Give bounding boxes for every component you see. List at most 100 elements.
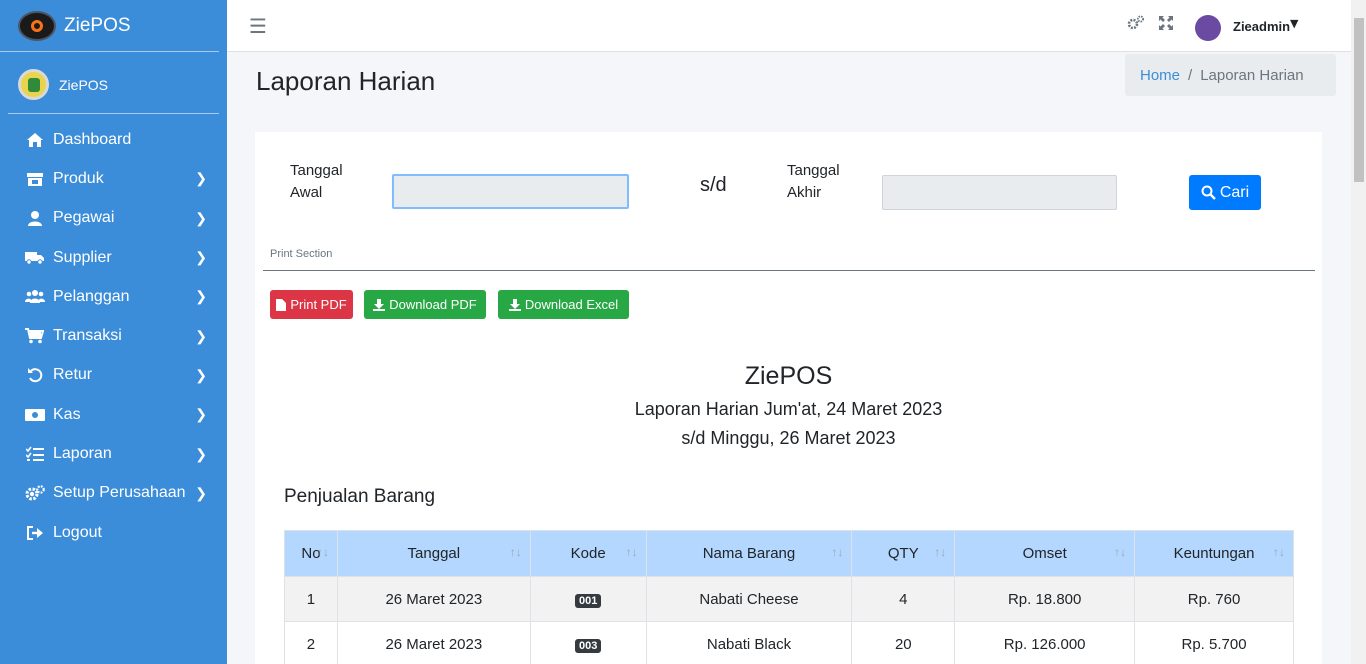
download-pdf-label: Download PDF bbox=[389, 297, 477, 312]
column-header-nama-barang[interactable]: Nama Barang ↑↓ bbox=[645, 530, 853, 577]
column-header-kode[interactable]: Kode ↑↓ bbox=[529, 530, 647, 577]
sidebar-item-setup-perusahaan[interactable]: Setup Perusahaan ❯ bbox=[0, 474, 227, 513]
column-header-omset[interactable]: Omset ↑↓ bbox=[954, 530, 1136, 577]
cell-nama: Nabati Cheese bbox=[645, 576, 853, 622]
brand-logo-icon bbox=[18, 10, 56, 41]
end-date-label-line2: Akhir bbox=[787, 184, 822, 201]
sidebar-item-retur[interactable]: Retur ❯ bbox=[0, 356, 227, 395]
home-icon bbox=[24, 131, 45, 149]
page-title: Laporan Harian bbox=[256, 66, 436, 96]
search-button[interactable]: Cari bbox=[1189, 175, 1261, 210]
sidebar-item-dashboard[interactable]: Dashboard bbox=[0, 120, 227, 159]
user-panel[interactable]: ZiePOS bbox=[8, 56, 219, 114]
undo-icon bbox=[24, 366, 45, 384]
sidebar-nav: Dashboard Produk ❯ Pegawai ❯ Supplier ❯ bbox=[0, 120, 227, 552]
sidebar-item-label: Laporan bbox=[53, 445, 112, 463]
cell-omset: Rp. 18.800 bbox=[954, 576, 1136, 622]
breadcrumb: Home / Laporan Harian bbox=[1125, 54, 1336, 96]
sort-icon: ↑↓ bbox=[316, 545, 329, 559]
end-date-label-line1: Tanggal bbox=[787, 162, 840, 179]
cell-keuntungan: Rp. 760 bbox=[1134, 576, 1294, 622]
download-pdf-button[interactable]: Download PDF bbox=[364, 290, 486, 319]
sidebar-item-label: Pegawai bbox=[53, 209, 115, 227]
report-company-title: ZiePOS bbox=[744, 362, 833, 390]
report-subtitle: Laporan Harian Jum'at, 24 Maret 2023 bbox=[634, 399, 943, 419]
column-header-tanggal[interactable]: Tanggal ↑↓ bbox=[336, 530, 531, 577]
cogs-icon bbox=[24, 484, 45, 502]
sidebar-item-label: Pelanggan bbox=[53, 287, 130, 305]
download-excel-label: Download Excel bbox=[524, 297, 619, 312]
top-navbar: ☰ Zieadmin ▼ bbox=[227, 0, 1351, 52]
avatar[interactable] bbox=[1195, 15, 1221, 41]
page-scrollbar[interactable] bbox=[1351, 0, 1366, 664]
column-header-qty[interactable]: QTY ↑↓ bbox=[851, 530, 956, 577]
chevron-right-icon: ❯ bbox=[195, 484, 207, 501]
settings-cogs-icon[interactable] bbox=[1127, 15, 1145, 34]
sidebar-item-laporan[interactable]: Laporan ❯ bbox=[0, 434, 227, 473]
sidebar-item-produk[interactable]: Produk ❯ bbox=[0, 159, 227, 198]
column-header-keuntungan[interactable]: Keuntungan ↑↓ bbox=[1134, 530, 1294, 577]
table-row: 1 26 Maret 2023 001 Nabati Cheese 4 Rp. … bbox=[284, 576, 1294, 622]
sort-icon: ↑↓ bbox=[831, 545, 844, 559]
chevron-right-icon: ❯ bbox=[195, 288, 207, 305]
end-date-input[interactable] bbox=[882, 175, 1117, 210]
print-section-label: Print Section bbox=[270, 248, 333, 260]
cell-no: 1 bbox=[284, 576, 338, 622]
cell-qty: 4 bbox=[851, 576, 956, 622]
cell-kode: 003 bbox=[529, 621, 647, 664]
list-check-icon bbox=[24, 445, 45, 463]
chevron-right-icon: ❯ bbox=[195, 209, 207, 226]
start-date-input[interactable] bbox=[392, 174, 629, 209]
sidebar-item-label: Retur bbox=[53, 366, 93, 384]
breadcrumb-home-link[interactable]: Home bbox=[1140, 67, 1180, 84]
search-button-label: Cari bbox=[1219, 183, 1250, 201]
sidebar-item-pegawai[interactable]: Pegawai ❯ bbox=[0, 199, 227, 238]
cell-no: 2 bbox=[284, 621, 338, 664]
chevron-right-icon: ❯ bbox=[195, 366, 207, 383]
section-title: Penjualan Barang bbox=[284, 486, 436, 507]
sidebar: ZiePOS ZiePOS Dashboard Produk ❯ Pegawai… bbox=[0, 0, 227, 664]
download-excel-button[interactable]: Download Excel bbox=[498, 290, 629, 319]
chevron-right-icon: ❯ bbox=[195, 445, 207, 462]
sales-table: No ↑↓ Tanggal ↑↓ Kode ↑↓ Nama Barang ↑↓ QTY ↑… bbox=[284, 530, 1294, 664]
sidebar-item-kas[interactable]: Kas ❯ bbox=[0, 395, 227, 434]
breadcrumb-separator: / bbox=[1188, 66, 1193, 84]
chevron-right-icon: ❯ bbox=[195, 406, 207, 423]
truck-icon bbox=[24, 249, 45, 267]
brand-link[interactable]: ZiePOS bbox=[0, 0, 219, 52]
file-pdf-icon bbox=[276, 298, 287, 311]
cell-tanggal: 26 Maret 2023 bbox=[336, 576, 531, 622]
cell-tanggal: 26 Maret 2023 bbox=[336, 621, 531, 664]
sort-icon: ↑↓ bbox=[509, 545, 522, 559]
scrollbar-thumb[interactable] bbox=[1354, 18, 1364, 182]
column-header-no[interactable]: No ↑↓ bbox=[284, 530, 338, 577]
download-icon bbox=[508, 298, 521, 311]
chevron-right-icon: ❯ bbox=[195, 327, 207, 344]
table-row: 2 26 Maret 2023 003 Nabati Black 20 Rp. … bbox=[284, 621, 1294, 664]
store-icon bbox=[24, 170, 45, 188]
brand-text: ZiePOS bbox=[64, 14, 131, 36]
logout-icon bbox=[24, 524, 45, 542]
user-icon bbox=[24, 209, 45, 227]
sidebar-item-label: Produk bbox=[53, 169, 104, 187]
sidebar-item-logout[interactable]: Logout bbox=[0, 513, 227, 552]
cart-icon bbox=[24, 327, 45, 345]
print-pdf-button[interactable]: Print PDF bbox=[270, 290, 353, 319]
company-logo-icon bbox=[18, 69, 49, 100]
sort-icon: ↑↓ bbox=[625, 545, 638, 559]
money-icon bbox=[24, 406, 45, 424]
sort-icon: ↑↓ bbox=[1273, 545, 1285, 559]
report-card: Tanggal Awal s/d Tanggal Akhir Cari Prin… bbox=[255, 132, 1322, 664]
sidebar-item-transaksi[interactable]: Transaksi ❯ bbox=[0, 316, 227, 355]
start-date-label-line2: Awal bbox=[290, 184, 323, 201]
print-pdf-label: Print PDF bbox=[290, 297, 347, 312]
sidebar-item-supplier[interactable]: Supplier ❯ bbox=[0, 238, 227, 277]
admin-name[interactable]: Zieadmin bbox=[1233, 19, 1290, 34]
hamburger-menu-icon[interactable]: ☰ bbox=[249, 14, 267, 38]
cell-kode: 001 bbox=[529, 576, 647, 622]
fullscreen-icon[interactable] bbox=[1159, 15, 1173, 34]
caret-down-icon[interactable]: ▼ bbox=[1290, 17, 1298, 30]
sidebar-item-label: Logout bbox=[53, 523, 102, 541]
sidebar-item-pelanggan[interactable]: Pelanggan ❯ bbox=[0, 277, 227, 316]
code-badge: 001 bbox=[574, 593, 602, 608]
